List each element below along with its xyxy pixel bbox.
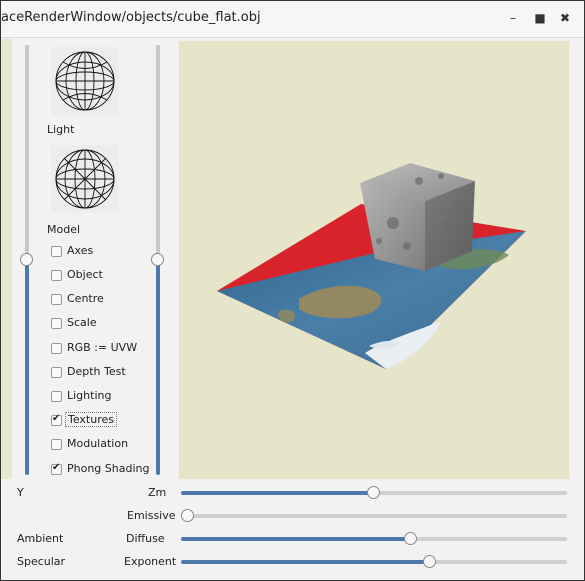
- checkbox-box[interactable]: [51, 391, 62, 402]
- checkbox-label: Depth Test: [67, 365, 126, 378]
- model-sphere-icon[interactable]: [51, 145, 119, 213]
- checkbox-box[interactable]: [51, 270, 62, 281]
- checkbox-label: Phong Shading: [67, 462, 150, 475]
- checkbox-box[interactable]: [51, 246, 62, 257]
- zm-slider[interactable]: [181, 486, 567, 499]
- checkbox-box[interactable]: [51, 439, 62, 450]
- continent-shape: [278, 309, 296, 323]
- model-vertical-slider[interactable]: [151, 45, 164, 475]
- adjacent-viewport-edge: [1, 39, 12, 479]
- slider-handle[interactable]: [404, 532, 417, 545]
- slider-handle[interactable]: [151, 253, 164, 266]
- checkbox-box[interactable]: [51, 343, 62, 354]
- window-title: aceRenderWindow/objects/cube_flat.obj: [1, 10, 261, 25]
- light-vertical-slider[interactable]: [20, 45, 33, 475]
- ambient-label: Ambient: [17, 532, 64, 545]
- checkbox-box[interactable]: [51, 462, 62, 475]
- slider-handle[interactable]: [367, 486, 380, 499]
- exponent-slider[interactable]: [181, 555, 567, 568]
- slider-handle[interactable]: [423, 555, 436, 568]
- checkbox-label: Centre: [67, 292, 104, 305]
- emissive-label: Emissive: [127, 509, 176, 522]
- checkbox-label: Modulation: [67, 437, 129, 450]
- diffuse-slider[interactable]: [181, 532, 567, 545]
- light-sphere-icon[interactable]: [51, 47, 119, 115]
- slider-handle[interactable]: [181, 509, 194, 522]
- checkbox-box[interactable]: [51, 413, 62, 426]
- y-label: Y: [17, 486, 24, 499]
- checkbox-label: Scale: [67, 316, 97, 329]
- zm-label: Zm: [148, 486, 167, 499]
- checkbox-label: Textures: [65, 412, 117, 427]
- checkbox-label: RGB := UVW: [67, 341, 138, 354]
- render-viewport[interactable]: [179, 41, 569, 479]
- checkbox-box[interactable]: [51, 367, 62, 378]
- checkbox-label: Object: [67, 268, 103, 281]
- title-bar[interactable]: aceRenderWindow/objects/cube_flat.obj – …: [1, 1, 584, 38]
- render-window: aceRenderWindow/objects/cube_flat.obj – …: [0, 0, 585, 581]
- minimize-button[interactable]: –: [504, 9, 522, 27]
- maximize-button[interactable]: ■: [531, 9, 549, 27]
- model-label: Model: [47, 223, 81, 236]
- checkbox-label: Lighting: [67, 389, 112, 402]
- close-button[interactable]: ✖: [556, 9, 574, 27]
- checkbox-box[interactable]: [51, 318, 62, 329]
- checkbox-box[interactable]: [51, 294, 62, 305]
- slider-handle[interactable]: [20, 253, 33, 266]
- specular-label: Specular: [17, 555, 66, 568]
- emissive-slider[interactable]: [181, 509, 567, 522]
- checkbox-label: Axes: [67, 244, 94, 257]
- diffuse-label: Diffuse: [126, 532, 165, 545]
- light-label: Light: [47, 123, 75, 136]
- exponent-label: Exponent: [124, 555, 177, 568]
